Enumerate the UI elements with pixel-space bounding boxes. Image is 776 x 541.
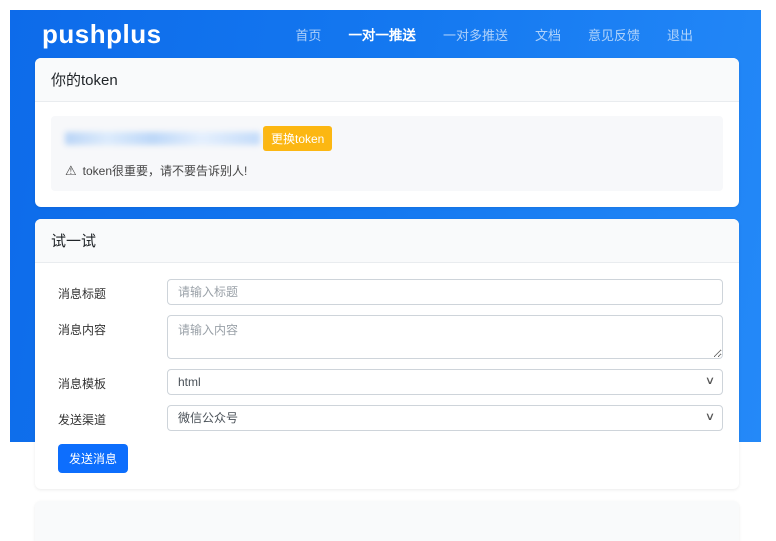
message-content-label: 消息内容 (51, 315, 167, 338)
token-card: 你的token 更换token ⚠ token很重要，请不要告诉别人! (35, 58, 739, 207)
change-token-button[interactable]: 更换token (263, 126, 332, 151)
send-message-button[interactable]: 发送消息 (58, 444, 128, 473)
main-nav: 首页 一对一推送 一对多推送 文档 意见反馈 退出 (295, 24, 693, 44)
send-channel-select[interactable]: 微信公众号 (167, 405, 723, 431)
form-row-channel: 发送渠道 微信公众号 ∨ (51, 405, 723, 431)
message-template-select[interactable]: html (167, 369, 723, 395)
try-card-title: 试一试 (51, 233, 96, 250)
page-background: pushplus 首页 一对一推送 一对多推送 文档 意见反馈 退出 你的tok… (10, 10, 761, 442)
message-content-textarea[interactable] (167, 315, 723, 359)
form-row-content: 消息内容 (51, 315, 723, 359)
try-card-body: 消息标题 消息内容 消息模板 html ∨ 发送渠道 (35, 263, 739, 489)
top-navbar: pushplus 首页 一对一推送 一对多推送 文档 意见反馈 退出 (10, 10, 761, 58)
nav-item-docs[interactable]: 文档 (535, 25, 561, 44)
brand-logo[interactable]: pushplus (42, 19, 162, 50)
message-template-select-wrap: html ∨ (167, 369, 723, 395)
send-channel-select-wrap: 微信公众号 ∨ (167, 405, 723, 431)
nav-item-logout[interactable]: 退出 (667, 25, 693, 44)
nav-item-feedback[interactable]: 意见反馈 (588, 25, 640, 44)
token-card-body: 更换token ⚠ token很重要，请不要告诉别人! (35, 102, 739, 207)
token-box: 更换token ⚠ token很重要，请不要告诉别人! (51, 116, 723, 191)
spacer (10, 207, 761, 219)
message-template-label: 消息模板 (51, 369, 167, 392)
form-row-title: 消息标题 (51, 279, 723, 305)
next-card-partial (35, 501, 739, 541)
token-warning: ⚠ token很重要，请不要告诉别人! (65, 162, 709, 179)
token-card-title: 你的token (51, 72, 118, 89)
try-card-header: 试一试 (35, 219, 739, 263)
nav-item-one-to-one-push[interactable]: 一对一推送 (348, 24, 416, 44)
form-row-template: 消息模板 html ∨ (51, 369, 723, 395)
masked-token-value (65, 132, 260, 145)
try-card: 试一试 消息标题 消息内容 消息模板 html ∨ (35, 219, 739, 489)
nav-item-home[interactable]: 首页 (295, 25, 321, 44)
send-channel-label: 发送渠道 (51, 405, 167, 428)
token-row: 更换token (65, 126, 709, 151)
message-title-label: 消息标题 (51, 279, 167, 302)
warning-triangle-icon: ⚠ (65, 164, 77, 177)
token-card-header: 你的token (35, 58, 739, 102)
nav-item-one-to-many-push[interactable]: 一对多推送 (443, 25, 508, 44)
message-title-input[interactable] (167, 279, 723, 305)
token-warning-text: token很重要，请不要告诉别人! (83, 162, 248, 179)
